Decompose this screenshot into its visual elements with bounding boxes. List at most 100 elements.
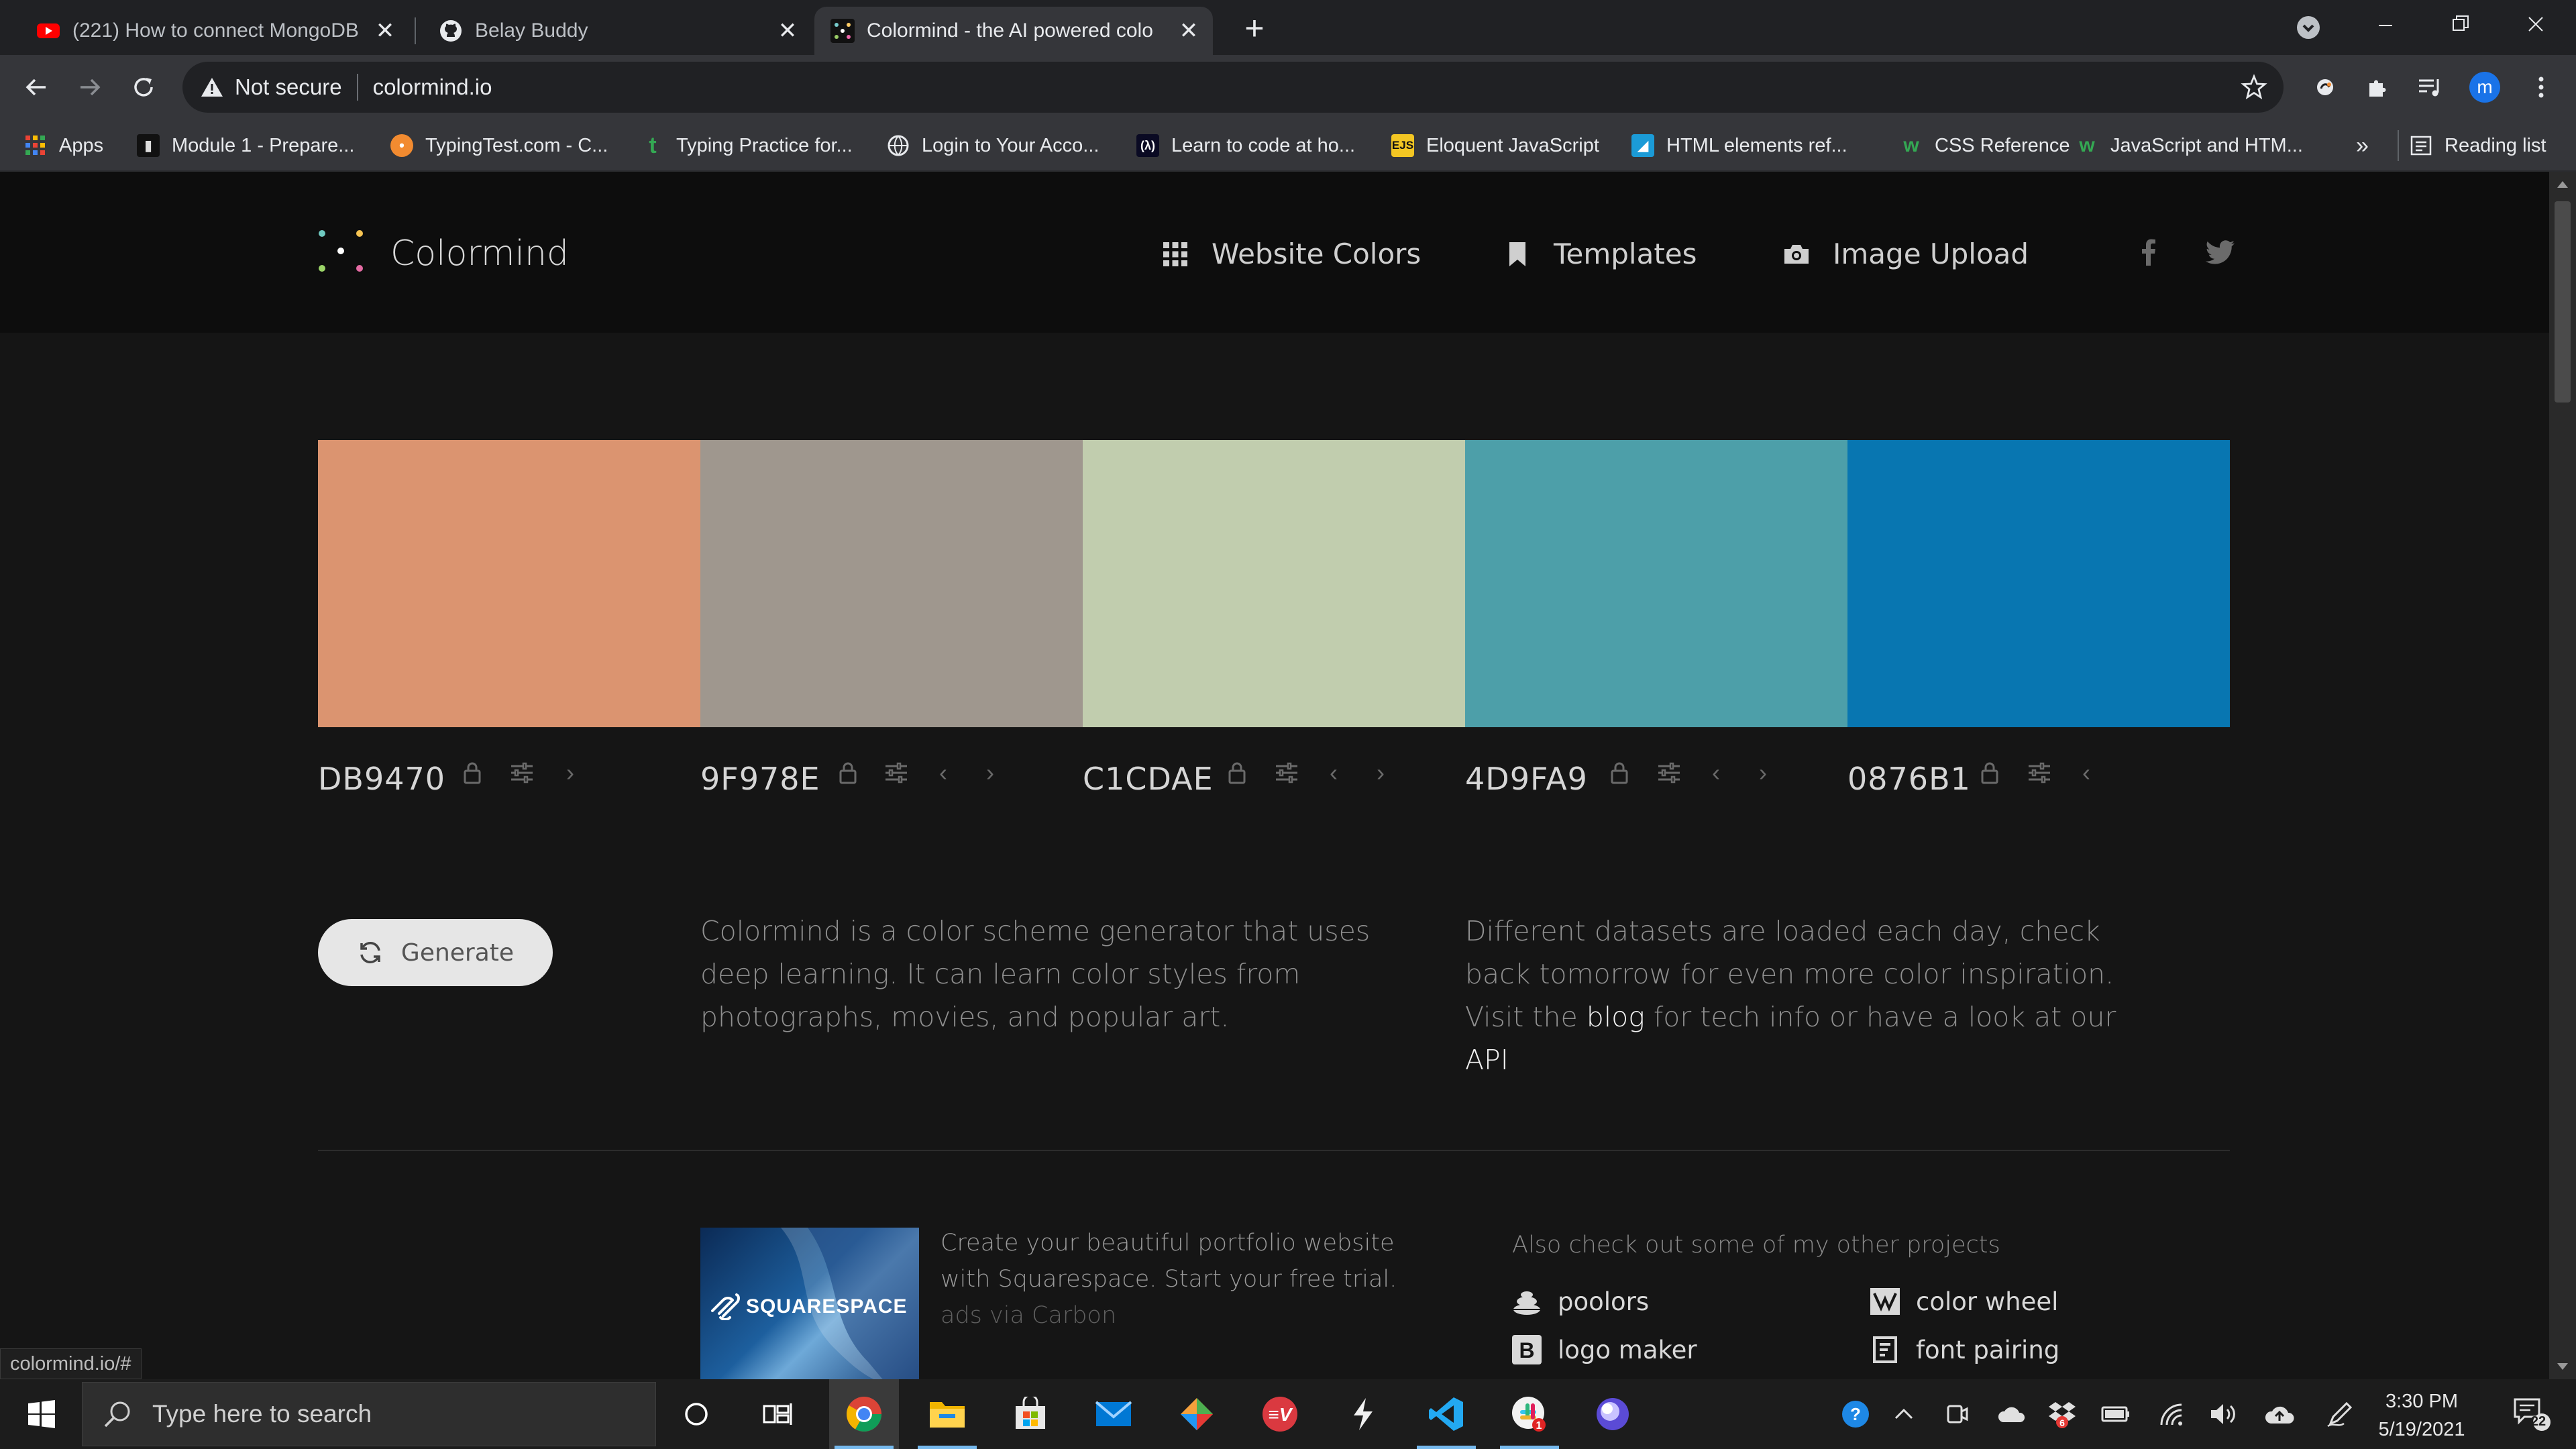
vscode-icon[interactable] [1411, 1379, 1481, 1449]
scrollbar-thumb[interactable] [2555, 201, 2571, 402]
extension-icon[interactable] [2308, 70, 2343, 105]
bookmark-typing-practice[interactable]: t Typing Practice for... [641, 119, 852, 172]
page-scrollbar[interactable] [2549, 172, 2576, 1379]
bookmark-login[interactable]: Login to Your Acco... [887, 119, 1099, 172]
security-label[interactable]: Not secure [235, 74, 342, 100]
address-bar[interactable]: Not secure colormind.io [182, 62, 2284, 113]
lock-icon[interactable] [835, 759, 861, 786]
facebook-icon[interactable] [2139, 239, 2159, 266]
hex-value[interactable]: DB9470 [318, 761, 445, 797]
chevron-left-icon[interactable]: ‹ [2073, 759, 2100, 786]
help-icon[interactable]: ? [1838, 1397, 1873, 1432]
colormind-logo-icon[interactable] [317, 227, 365, 275]
bookmark-html-elements[interactable]: ◢ HTML elements ref... [1631, 119, 1847, 172]
scroll-up-icon[interactable] [2556, 178, 2569, 189]
profile-avatar[interactable]: m [2467, 70, 2502, 105]
chevron-up-icon[interactable] [1886, 1397, 1921, 1432]
meeting-icon[interactable] [1940, 1397, 1975, 1432]
ad-image[interactable]: SQUARESPACE [700, 1228, 919, 1379]
adjust-sliders-icon[interactable] [508, 759, 535, 786]
adjust-sliders-icon[interactable] [1656, 759, 1682, 786]
bookmark-module-1[interactable]: ▮ Module 1 - Prepare... [137, 119, 354, 172]
color-swatch[interactable] [1847, 440, 2230, 727]
bookmark-apps[interactable]: Apps [24, 119, 103, 172]
windows-start-icon[interactable] [7, 1379, 76, 1449]
minimize-icon[interactable] [2368, 7, 2403, 42]
cloud-upload-icon[interactable] [2262, 1397, 2297, 1432]
project-link-logo-maker[interactable]: B logo maker [1511, 1334, 1697, 1366]
bookmark-eloquent-js[interactable]: EJS Eloquent JavaScript [1391, 119, 1599, 172]
bookmark-freecodecamp[interactable]: (λ) Learn to code at ho... [1136, 119, 1355, 172]
volume-icon[interactable] [2207, 1397, 2242, 1432]
bolt-app-icon[interactable] [1328, 1379, 1398, 1449]
color-swatch[interactable] [1083, 440, 1465, 727]
close-tab-icon[interactable]: ✕ [372, 17, 398, 44]
hex-value[interactable]: 0876B1 [1847, 761, 1971, 797]
cortana-icon[interactable] [661, 1379, 731, 1449]
nav-website-colors[interactable]: Website Colors [1162, 237, 1421, 270]
lock-icon[interactable] [1976, 759, 2003, 786]
tab-colormind[interactable]: Colormind - the AI powered colo ✕ [814, 7, 1213, 55]
color-swatch[interactable] [318, 440, 700, 727]
chevron-left-icon[interactable]: ‹ [930, 759, 957, 786]
expressvpn-icon[interactable]: ≡V [1245, 1379, 1315, 1449]
adjust-sliders-icon[interactable] [883, 759, 910, 786]
system-clock[interactable]: 3:30 PM 5/19/2021 [2355, 1387, 2489, 1444]
chevron-right-icon[interactable]: › [1750, 759, 1776, 786]
ad-copy[interactable]: Create your beautiful portfolio website … [941, 1225, 1437, 1334]
puzzle-icon[interactable] [2360, 70, 2395, 105]
tab-search-icon[interactable] [2296, 15, 2321, 40]
taskbar-search-box[interactable]: Type here to search [82, 1382, 656, 1446]
lock-icon[interactable] [1224, 759, 1250, 786]
close-window-icon[interactable] [2518, 7, 2553, 42]
chevron-right-icon[interactable]: › [977, 759, 1004, 786]
browser-app-icon[interactable] [1578, 1379, 1648, 1449]
file-explorer-icon[interactable] [912, 1379, 982, 1449]
project-link-font-pairing[interactable]: font pairing [1869, 1334, 2059, 1366]
forward-icon[interactable] [72, 70, 107, 105]
lock-icon[interactable] [1606, 759, 1633, 786]
dropbox-icon[interactable]: 6 [2045, 1397, 2080, 1432]
twitter-icon[interactable] [2204, 240, 2235, 266]
warning-icon[interactable] [200, 75, 224, 99]
color-swatch[interactable] [1465, 440, 1847, 727]
project-link-poolors[interactable]: poolors [1511, 1285, 1649, 1318]
microsoft-store-icon[interactable] [996, 1379, 1065, 1449]
url-text[interactable]: colormind.io [373, 74, 492, 100]
bookmark-typingtest[interactable]: • TypingTest.com - C... [390, 119, 608, 172]
restore-icon[interactable] [2443, 7, 2478, 42]
tab-youtube[interactable]: (221) How to connect MongoDB ✕ [20, 7, 409, 55]
nav-templates[interactable]: Templates [1504, 237, 1697, 270]
back-icon[interactable] [19, 70, 54, 105]
bookmarks-overflow-button[interactable]: » [2356, 119, 2369, 172]
generate-button[interactable]: Generate [318, 919, 553, 986]
notification-center-icon[interactable]: 22 [2509, 1397, 2556, 1432]
brand-name[interactable]: Colormind [390, 233, 569, 274]
media-queue-icon[interactable] [2412, 70, 2447, 105]
nav-image-upload[interactable]: Image Upload [1783, 237, 2029, 270]
slack-icon[interactable]: 1 [1495, 1379, 1564, 1449]
chevron-left-icon[interactable]: ‹ [1703, 759, 1729, 786]
reload-icon[interactable] [126, 70, 161, 105]
menu-kebab-icon[interactable] [2524, 70, 2559, 105]
battery-icon[interactable] [2098, 1397, 2133, 1432]
new-tab-button[interactable]: + [1236, 9, 1273, 47]
mail-icon[interactable] [1079, 1379, 1148, 1449]
adjust-sliders-icon[interactable] [2026, 759, 2053, 786]
git-kraken-icon[interactable] [1162, 1379, 1232, 1449]
close-tab-icon[interactable]: ✕ [774, 17, 801, 44]
task-view-icon[interactable] [743, 1379, 813, 1449]
ads-via-carbon[interactable]: ads via Carbon [941, 1302, 1116, 1329]
lock-icon[interactable] [459, 759, 486, 786]
onedrive-icon[interactable] [1994, 1397, 2029, 1432]
hex-value[interactable]: C1CDAE [1083, 761, 1214, 797]
project-link-color-wheel[interactable]: color wheel [1869, 1285, 2058, 1318]
chevron-left-icon[interactable]: ‹ [1320, 759, 1347, 786]
chrome-taskbar-icon[interactable] [829, 1379, 899, 1449]
close-tab-icon[interactable]: ✕ [1175, 17, 1202, 44]
color-swatch[interactable] [700, 440, 1083, 727]
pen-icon[interactable] [2322, 1397, 2357, 1432]
wifi-icon[interactable] [2155, 1397, 2190, 1432]
blog-link[interactable]: blog [1587, 1001, 1645, 1033]
scroll-down-icon[interactable] [2556, 1362, 2569, 1373]
